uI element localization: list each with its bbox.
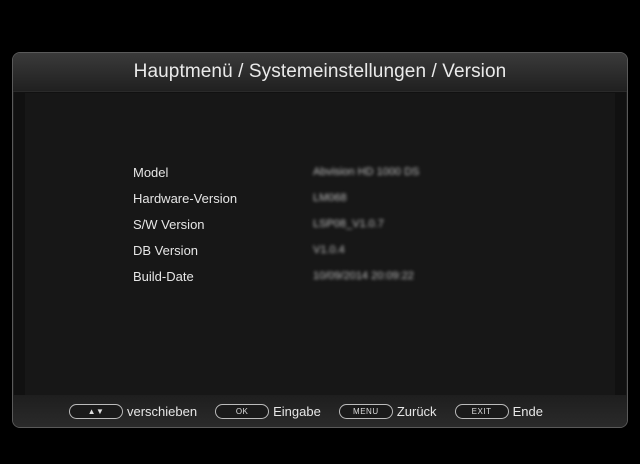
info-row-model[interactable]: Model Abvision HD 1000 DS [133,162,419,182]
info-row-sw-version[interactable]: S/W Version LSP08_V1.0.7 [133,214,384,234]
info-label: Build-Date [133,268,194,284]
hint-label: verschieben [127,403,198,419]
hint-enter[interactable]: OK Eingabe [215,403,321,419]
hint-label: Ende [512,403,543,419]
info-row-build-date[interactable]: Build-Date 10/09/2014 20:09:22 [133,266,414,286]
info-label: DB Version [133,242,199,258]
info-value: LSP08_V1.0.7 [313,218,384,230]
info-label: S/W Version [133,216,205,232]
hint-back[interactable]: MENU Zurück [338,403,437,419]
version-panel: Hauptmenü / Systemeinstellungen / Versio… [12,52,628,428]
up-down-arrow-icon[interactable]: ▲▼ [69,403,123,419]
info-value: 10/09/2014 20:09:22 [313,270,414,282]
info-label: Hardware-Version [133,190,238,206]
info-value: Abvision HD 1000 DS [313,166,420,178]
page-title: Hauptmenü / Systemeinstellungen / Versio… [133,61,507,82]
info-row-hardware-version[interactable]: Hardware-Version LM068 [133,188,347,208]
info-label: Model [133,164,169,180]
hint-label: Zurück [396,403,437,419]
version-info-area: Model Abvision HD 1000 DS Hardware-Versi… [25,93,615,395]
hint-label: Eingabe [273,403,321,419]
ok-key-icon[interactable]: OK [215,403,270,419]
breadcrumb-title: Hauptmenü / Systemeinstellungen / Versio… [13,53,627,92]
key-hint-bar: ▲▼ verschieben OK Eingabe MENU Zurück EX… [13,395,627,427]
menu-key-icon[interactable]: MENU [338,403,393,419]
exit-key-icon[interactable]: EXIT [454,403,509,419]
hint-exit[interactable]: EXIT Ende [454,403,543,419]
info-value: V1.0.4 [313,244,345,256]
info-row-db-version[interactable]: DB Version V1.0.4 [133,240,345,260]
info-value: LM068 [313,192,347,204]
hint-move[interactable]: ▲▼ verschieben [69,403,198,419]
